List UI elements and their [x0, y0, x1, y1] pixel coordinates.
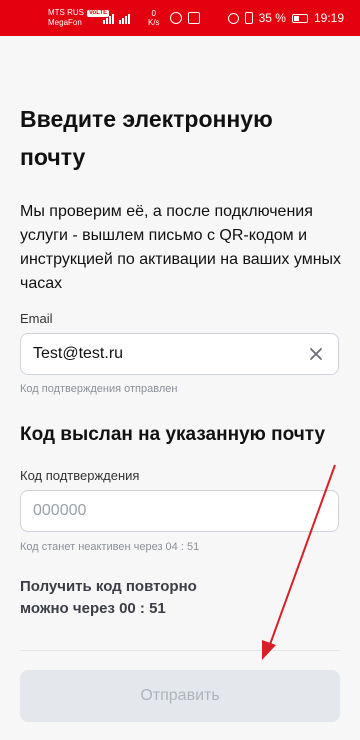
resend-timer: Получить код повторно можно через 00 : 5… [20, 578, 197, 617]
battery-icon [291, 13, 308, 23]
page-description: Мы проверим её, а после подключения услу… [20, 203, 342, 292]
alarm-icon [227, 12, 239, 24]
submit-button[interactable]: Отправить [20, 670, 340, 722]
carrier-name-1: MTS RUS [48, 8, 84, 17]
code-hint: Код станет неактивен через 04 : 51 [20, 541, 200, 553]
signal-icon [103, 12, 130, 24]
email-input[interactable] [33, 334, 293, 374]
battery-percent: 35 % [258, 11, 286, 25]
email-field[interactable] [20, 333, 339, 375]
email-label: Email [20, 311, 53, 326]
code-heading: Код выслан на указанную почту [20, 424, 326, 445]
notification-icon [188, 12, 200, 24]
clear-icon[interactable] [308, 346, 324, 362]
vibrate-icon [244, 12, 253, 24]
carrier-name-2: MegaFon [48, 18, 82, 27]
code-label: Код подтверждения [20, 468, 140, 483]
whatsapp-icon [170, 12, 182, 24]
network-speed: 0 K/s [148, 9, 160, 27]
email-hint: Код подтверждения отправлен [20, 383, 178, 395]
divider [20, 650, 340, 651]
carrier-info: MTS RUS VoLTE MegaFon [48, 8, 110, 28]
code-input[interactable] [33, 491, 293, 531]
code-field[interactable] [20, 490, 339, 532]
status-right: 35 % 19:19 [227, 10, 344, 26]
page-title: Введите электронную почту [20, 106, 273, 170]
clock: 19:19 [313, 11, 344, 25]
status-bar: MTS RUS VoLTE MegaFon 0 K/s 35 % 19:19 [0, 0, 360, 36]
